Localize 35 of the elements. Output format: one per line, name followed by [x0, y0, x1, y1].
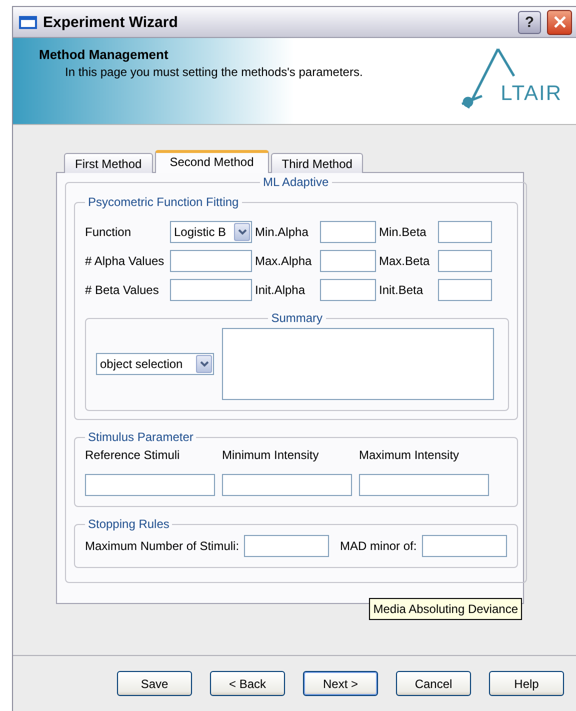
- tab[interactable]: Third Method: [270, 153, 364, 173]
- tab[interactable]: First Method: [64, 153, 153, 173]
- wizard-button[interactable]: Save: [117, 671, 192, 696]
- field-label: Reference Stimuli: [85, 448, 181, 462]
- tooltip: Media Absoluting Deviance: [369, 598, 522, 620]
- field-label: Min.Beta: [379, 225, 428, 239]
- group-title: Stopping Rules: [87, 517, 170, 531]
- field-label: Max.Beta: [379, 254, 431, 268]
- group-title: Summary: [270, 311, 324, 325]
- window-title: Experiment Wizard: [43, 14, 179, 30]
- group-title: ML Adaptive: [262, 175, 330, 189]
- wizard-button[interactable]: < Back: [210, 671, 285, 696]
- field-label: Init.Beta: [379, 283, 424, 297]
- group-title: Psycometric Function Fitting: [87, 195, 240, 209]
- field-label: Function: [85, 225, 132, 239]
- field-label: Maximum Intensity: [359, 448, 460, 462]
- field-label: Min.Alpha: [255, 225, 310, 239]
- wizard-button[interactable]: Help: [489, 671, 564, 696]
- page-title: Method Management: [39, 47, 170, 62]
- field-label: Max.Alpha: [255, 254, 313, 268]
- field-label: Init.Alpha: [255, 283, 306, 297]
- field-label: Maximum Number of Stimuli:: [85, 539, 240, 553]
- wizard-button[interactable]: Cancel: [396, 671, 471, 696]
- function-dropdown[interactable]: Logistic B: [170, 221, 252, 243]
- group-title: Stimulus Parameter: [87, 430, 194, 444]
- page-subtitle: In this page you must setting the methods's parameters.: [64, 65, 364, 79]
- object-dropdown[interactable]: object selection: [96, 352, 214, 374]
- field-label: Minimum Intensity: [222, 448, 320, 462]
- logo-text: LTAIR: [500, 82, 562, 106]
- wizard-button[interactable]: Next >: [303, 671, 378, 696]
- field-label: # Alpha Values: [85, 254, 166, 268]
- tab[interactable]: Second Method: [154, 150, 269, 173]
- field-label: # Beta Values: [85, 283, 160, 297]
- field-label: MAD minor of:: [340, 539, 417, 553]
- help-button[interactable]: ?: [518, 10, 541, 34]
